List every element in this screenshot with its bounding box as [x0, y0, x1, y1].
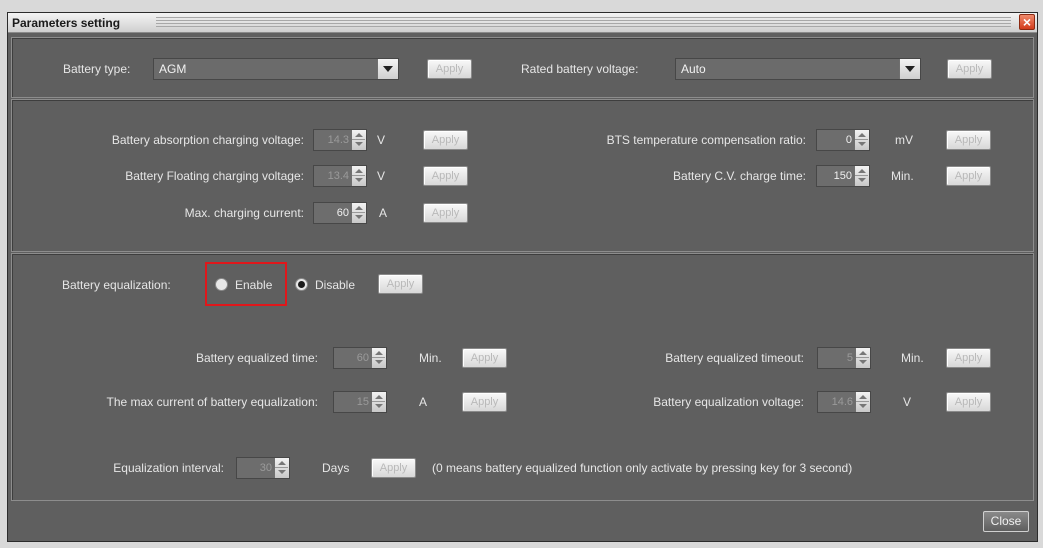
floating-voltage-label: Battery Floating charging voltage: — [125, 169, 304, 183]
disable-radio[interactable] — [295, 278, 308, 291]
bts-compensation-unit: mV — [895, 133, 913, 147]
rated-voltage-select[interactable]: Auto — [675, 58, 921, 80]
equalization-voltage-spinner[interactable]: 14.6 — [817, 391, 871, 413]
equalization-panel: Battery equalization: Enable Disable App… — [11, 253, 1034, 501]
bts-compensation-spinner[interactable]: 0 — [816, 129, 870, 151]
window-title: Parameters setting — [12, 16, 121, 30]
floating-voltage-spinner[interactable]: 13.4 — [313, 165, 367, 187]
equalization-voltage-unit: V — [903, 395, 912, 409]
absorption-voltage-apply-button[interactable]: Apply — [423, 130, 468, 150]
battery-type-label: Battery type: — [63, 62, 131, 76]
absorption-voltage-unit: V — [377, 133, 386, 147]
bts-compensation-label: BTS temperature compensation ratio: — [606, 133, 806, 147]
equalization-interval-spinner[interactable]: 30 — [236, 457, 290, 479]
equalized-time-unit: Min. — [419, 351, 442, 365]
equalized-timeout-value: 5 — [846, 352, 853, 364]
absorption-voltage-spinner[interactable]: 14.3 — [313, 129, 367, 151]
rated-voltage-label: Rated battery voltage: — [521, 62, 639, 76]
max-eq-current-spinner[interactable]: 15 — [333, 391, 387, 413]
enable-radio-label[interactable]: Enable — [235, 278, 272, 292]
close-icon[interactable]: × — [1019, 14, 1035, 30]
max-charging-current-value: 60 — [336, 207, 349, 219]
equalization-voltage-apply-button[interactable]: Apply — [946, 392, 991, 412]
max-eq-current-label: The max current of battery equalization: — [106, 395, 318, 409]
battery-type-panel: Battery type: AGM Apply Rated battery vo… — [11, 37, 1034, 98]
spinner-arrows-icon[interactable] — [351, 203, 366, 223]
cv-charge-time-spinner[interactable]: 150 — [816, 165, 870, 187]
rated-voltage-apply-button[interactable]: Apply — [947, 59, 992, 79]
equalization-interval-apply-button[interactable]: Apply — [371, 458, 416, 478]
equalized-timeout-apply-button[interactable]: Apply — [946, 348, 991, 368]
chevron-down-icon[interactable] — [899, 59, 920, 79]
equalization-interval-note: (0 means battery equalized function only… — [432, 461, 853, 475]
cv-charge-time-value: 150 — [833, 170, 852, 182]
equalization-interval-value: 30 — [259, 462, 272, 474]
equalization-apply-button[interactable]: Apply — [378, 274, 423, 294]
equalized-timeout-label: Battery equalized timeout: — [665, 351, 804, 365]
max-eq-current-unit: A — [419, 395, 428, 409]
spinner-arrows-icon[interactable] — [371, 392, 386, 412]
cv-charge-time-unit: Min. — [891, 169, 914, 183]
max-charging-current-apply-button[interactable]: Apply — [423, 203, 468, 223]
max-eq-current-value: 15 — [356, 396, 369, 408]
rated-voltage-value: Auto — [681, 62, 706, 76]
spinner-arrows-icon[interactable] — [855, 392, 870, 412]
equalized-time-spinner[interactable]: 60 — [333, 347, 387, 369]
spinner-arrows-icon[interactable] — [274, 458, 289, 478]
max-charging-current-label: Max. charging current: — [184, 206, 304, 220]
disable-radio-label[interactable]: Disable — [315, 278, 355, 292]
spinner-arrows-icon[interactable] — [351, 130, 366, 150]
spinner-arrows-icon[interactable] — [855, 348, 870, 368]
max-charging-current-spinner[interactable]: 60 — [313, 202, 367, 224]
equalized-timeout-unit: Min. — [901, 351, 924, 365]
title-bar[interactable]: Parameters setting × — [8, 13, 1037, 33]
parameters-setting-dialog: Parameters setting × Battery type: AGM A… — [7, 12, 1038, 542]
floating-voltage-apply-button[interactable]: Apply — [423, 166, 468, 186]
enable-radio[interactable] — [215, 278, 228, 291]
bts-compensation-value: 0 — [845, 134, 852, 146]
floating-voltage-value: 13.4 — [327, 170, 349, 182]
chevron-down-icon[interactable] — [377, 59, 398, 79]
battery-type-select[interactable]: AGM — [153, 58, 399, 80]
equalized-timeout-spinner[interactable]: 5 — [817, 347, 871, 369]
spinner-arrows-icon[interactable] — [854, 166, 869, 186]
absorption-voltage-label: Battery absorption charging voltage: — [111, 133, 304, 147]
cv-charge-time-label: Battery C.V. charge time: — [673, 169, 806, 183]
equalization-voltage-label: Battery equalization voltage: — [653, 395, 804, 409]
equalization-interval-unit: Days — [322, 461, 350, 475]
battery-type-value: AGM — [159, 62, 187, 76]
charging-panel: Battery absorption charging voltage: 14.… — [11, 99, 1034, 252]
close-button[interactable]: Close — [983, 511, 1029, 532]
equalized-time-value: 60 — [356, 352, 369, 364]
spinner-arrows-icon[interactable] — [371, 348, 386, 368]
equalization-voltage-value: 14.6 — [831, 396, 853, 408]
spinner-arrows-icon[interactable] — [351, 166, 366, 186]
absorption-voltage-value: 14.3 — [327, 134, 349, 146]
max-charging-current-unit: A — [379, 206, 388, 220]
battery-type-apply-button[interactable]: Apply — [427, 59, 472, 79]
max-eq-current-apply-button[interactable]: Apply — [462, 392, 507, 412]
bts-compensation-apply-button[interactable]: Apply — [946, 130, 991, 150]
floating-voltage-unit: V — [377, 169, 386, 183]
equalized-time-label: Battery equalized time: — [195, 351, 318, 365]
cv-charge-time-apply-button[interactable]: Apply — [946, 166, 991, 186]
battery-equalization-label: Battery equalization: — [62, 278, 171, 292]
equalized-time-apply-button[interactable]: Apply — [462, 348, 507, 368]
spinner-arrows-icon[interactable] — [854, 130, 869, 150]
equalization-interval-label: Equalization interval: — [113, 461, 224, 475]
title-grip — [156, 17, 1011, 28]
